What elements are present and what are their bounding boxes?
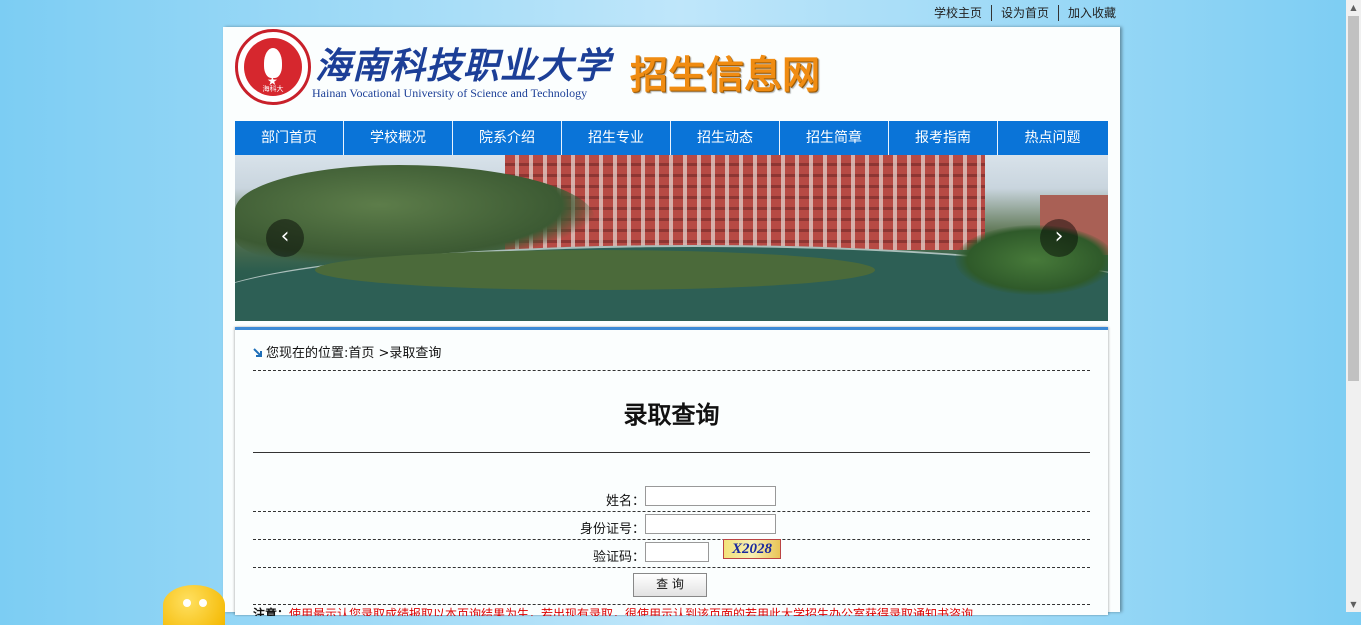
nav-item-brochure[interactable]: 招生简章 (780, 121, 889, 155)
content-panel: 您现在的位置:首页 >录取查询 录取查询 姓名： 身份证号： 验证码： X202… (235, 327, 1108, 616)
breadcrumb: 您现在的位置:首页 >录取查询 (253, 344, 1090, 371)
nav-item-majors[interactable]: 招生专业 (562, 121, 671, 155)
nav-item-faq[interactable]: 热点问题 (998, 121, 1107, 155)
banner-next-icon[interactable]: › (1040, 219, 1078, 257)
nav-item-department-home[interactable]: 部门首页 (235, 121, 344, 155)
nav-item-guide[interactable]: 报考指南 (889, 121, 998, 155)
top-links-bar: 学校主页 设为首页 加入收藏 (0, 0, 1125, 27)
add-favorite-link[interactable]: 加入收藏 (1057, 5, 1125, 21)
title-divider (253, 452, 1090, 453)
nav-item-news[interactable]: 招生动态 (671, 121, 780, 155)
scroll-down-icon[interactable]: ▼ (1346, 597, 1361, 612)
name-input[interactable] (645, 486, 776, 506)
mascot-widget[interactable] (163, 585, 225, 625)
set-homepage-link[interactable]: 设为首页 (990, 5, 1058, 21)
main-nav: 部门首页 学校概况 院系介绍 招生专业 招生动态 招生简章 报考指南 热点问题 (235, 121, 1108, 155)
id-number-label: 身份证号： (579, 522, 645, 537)
school-logo[interactable]: ★ 海科大 (235, 29, 311, 105)
captcha-label: 验证码： (592, 550, 645, 565)
nav-item-departments[interactable]: 院系介绍 (453, 121, 562, 155)
logo-text: 海科大 (262, 85, 284, 93)
form-row-id: 身份证号： (253, 511, 1090, 540)
top-links: 学校主页 设为首页 加入收藏 (925, 5, 1125, 21)
page-title: 录取查询 (623, 401, 720, 429)
banner-field (315, 250, 875, 290)
query-button[interactable]: 查 询 (633, 573, 707, 597)
id-number-input[interactable] (645, 514, 776, 534)
notice-text: 注意：使用最示认您录取成绩报取以本页询结果为生，若出现有录取，很使用示认到该页面… (253, 604, 1090, 616)
captcha-input[interactable] (645, 542, 709, 562)
name-label: 姓名： (605, 494, 645, 509)
school-name-cn: 海南科技职业大学 (315, 45, 612, 87)
page-scrollbar[interactable]: ▲ ▼ (1346, 0, 1361, 612)
banner-prev-icon[interactable]: ‹ (266, 219, 304, 257)
school-home-link[interactable]: 学校主页 (925, 5, 991, 21)
breadcrumb-text: 您现在的位置:首页 >录取查询 (266, 346, 442, 361)
scroll-up-icon[interactable]: ▲ (1346, 0, 1361, 15)
banner-trees-right (955, 225, 1108, 295)
captcha-image[interactable]: X2028 (723, 539, 781, 559)
page-container: ★ 海科大 海南科技职业大学 Hainan Vocational Univers… (223, 27, 1120, 616)
site-header: ★ 海科大 海南科技职业大学 Hainan Vocational Univers… (235, 29, 855, 109)
logo-emblem: ★ 海科大 (244, 38, 302, 96)
form-row-name: 姓名： (253, 483, 1090, 512)
arrow-down-right-icon (253, 348, 262, 357)
scroll-thumb[interactable] (1348, 16, 1359, 381)
form-row-captcha: 验证码： X2028 (253, 539, 1090, 568)
nav-item-school-overview[interactable]: 学校概况 (344, 121, 453, 155)
banner-slider: ‹ › (235, 155, 1108, 321)
school-name-en: Hainan Vocational University of Science … (312, 86, 588, 100)
site-name: 招生信息网 (630, 53, 821, 97)
